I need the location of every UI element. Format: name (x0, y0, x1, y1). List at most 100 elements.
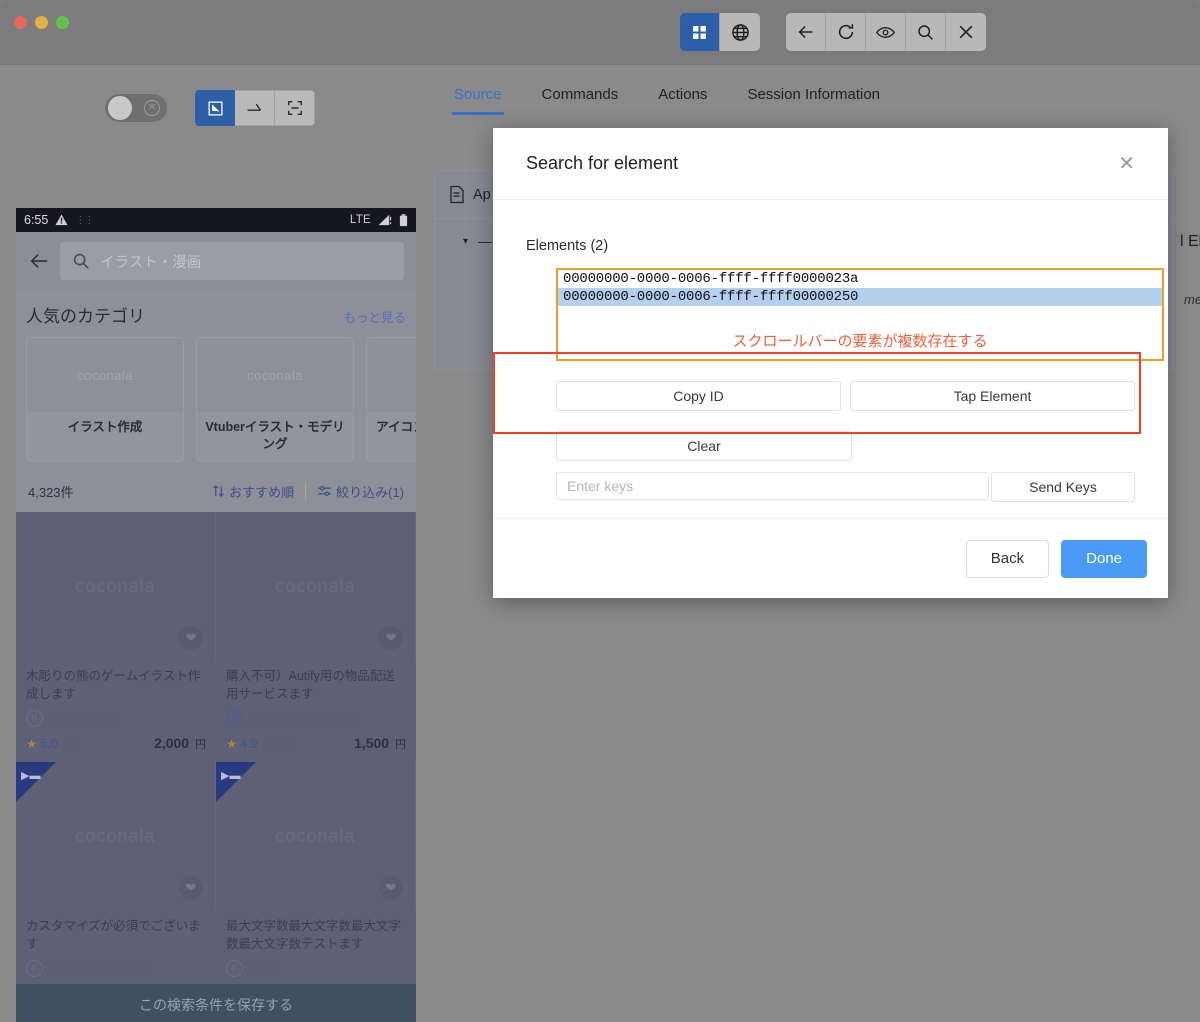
tab-source[interactable]: Source (434, 65, 522, 123)
tab-label: Actions (658, 85, 708, 103)
sort-button[interactable]: おすすめ順 (212, 482, 294, 501)
save-search-button[interactable]: この検索条件を保存する (16, 984, 416, 1022)
product-seller: R Win20240419 (26, 710, 206, 727)
video-badge (16, 762, 56, 802)
search-for-element-dialog: Search for element ✕ Elements (2) 000000… (493, 128, 1168, 598)
source-root-label: Ap (473, 186, 491, 203)
chevron-down-icon[interactable]: ▾ (463, 236, 468, 247)
search-element-button[interactable] (906, 13, 946, 51)
grid-view-button[interactable] (680, 13, 720, 51)
tap-element-button[interactable]: Tap Element (850, 381, 1135, 411)
quit-session-button[interactable] (946, 13, 986, 51)
category-thumbnail: coconala (197, 338, 353, 412)
category-label: イラスト作成 (67, 420, 143, 434)
close-window-button[interactable] (14, 16, 27, 29)
video-camera-icon: ▶▬ (221, 770, 241, 782)
product-info: カスタマイズが必須でございます P akinariito202101131 (16, 910, 216, 987)
product-meta-row: ★ 5.0 (2) 2,000 円 (26, 735, 206, 752)
tab-commands[interactable]: Commands (522, 65, 639, 123)
select-element-mode-button[interactable] (195, 90, 235, 126)
favorite-heart-icon[interactable]: ❤ (379, 626, 403, 650)
device-screen-mirror[interactable]: 6:55 ⋮⋮ LTE イラスト・漫画 人気のカテゴリ もっと見る cocona… (16, 208, 416, 1022)
inspect-button[interactable] (866, 13, 906, 51)
list-item[interactable]: 00000000-0000-0006-ffff-ffff0000023a (558, 270, 1162, 288)
product-rating: ★ 4.9 (144) (226, 736, 290, 752)
product-meta-row: ★ 4.9 (144) 1,500 円 (226, 735, 406, 752)
category-card[interactable]: coconala イラスト作成 (26, 337, 184, 462)
category-thumbnail: coconala (27, 338, 183, 412)
product-card[interactable]: coconala ❤ 購入不可）Autify用の物品配送用サービスます P Au… (216, 512, 416, 762)
arrow-left-icon (30, 254, 48, 268)
currency: 円 (195, 739, 206, 751)
product-seller: P fruitsa (226, 960, 406, 977)
tab-session-information[interactable]: Session Information (727, 65, 900, 123)
send-keys-button[interactable]: Send Keys (990, 472, 1135, 502)
favorite-heart-icon[interactable]: ❤ (179, 626, 203, 650)
swipe-arrow-icon (247, 103, 262, 111)
search-icon (918, 24, 933, 40)
back-button[interactable]: Back (965, 539, 1050, 578)
star-icon: ★ (226, 737, 238, 751)
search-input[interactable]: イラスト・漫画 (60, 242, 404, 280)
category-card[interactable]: coconala アイコン・SNS・ト作成 (366, 337, 416, 462)
result-count: 4,323件 (28, 484, 74, 500)
element-id-list[interactable]: 00000000-0000-0006-ffff-ffff0000023a 000… (558, 270, 1162, 324)
tab-label: Source (454, 85, 502, 103)
signal-bars-icon (378, 214, 392, 226)
product-thumbnail[interactable]: coconala ❤ (216, 512, 416, 660)
watermark: coconala (75, 575, 156, 596)
done-button[interactable]: Done (1061, 539, 1147, 578)
product-card[interactable]: coconala ▶▬ ❤ カスタマイズが必須でございます P akinarii… (16, 762, 216, 987)
maximize-window-button[interactable] (56, 16, 69, 29)
annotation-callout-box: 00000000-0000-0006-ffff-ffff0000023a 000… (556, 268, 1164, 361)
device-pane: ✕ 6:55 ⋮⋮ LTE イラスト・漫画 人気のカテゴリ もっと見る coco… (0, 65, 420, 1022)
minimize-window-button[interactable] (35, 16, 48, 29)
currency: 円 (395, 739, 406, 751)
favorite-heart-icon[interactable]: ❤ (179, 876, 203, 900)
list-item[interactable]: 00000000-0000-0006-ffff-ffff00000250 (558, 288, 1162, 306)
refresh-icon (838, 24, 853, 40)
review-count: (144) (260, 736, 290, 751)
product-thumbnail[interactable]: coconala ▶▬ ❤ (216, 762, 416, 910)
product-thumbnail[interactable]: coconala ▶▬ ❤ (16, 762, 216, 910)
product-title: カスタマイズが必須でございます (26, 919, 201, 951)
see-more-link[interactable]: もっと見る (343, 307, 406, 326)
swipe-mode-button[interactable] (235, 90, 275, 126)
crop-screenshot-mode-button[interactable] (275, 90, 315, 126)
rating-value: 4.9 (240, 736, 258, 751)
close-icon[interactable]: ✕ (1118, 154, 1135, 174)
product-card[interactable]: coconala ▶▬ ❤ 最大文字数最大文字数最大文字数最大文字数テストます … (216, 762, 416, 987)
web-view-button[interactable] (720, 13, 760, 51)
price-value: 2,000 (154, 735, 190, 751)
product-card[interactable]: coconala ❤ 木彫りの熊のゲームイラスト作成します R Win20240… (16, 512, 216, 762)
statusbar-misc-icon: ⋮⋮ (75, 214, 94, 226)
search-query-text: イラスト・漫画 (100, 254, 202, 271)
product-info: 木彫りの熊のゲームイラスト作成します R Win20240419 ★ 5.0 (… (16, 660, 216, 762)
filter-button[interactable]: 絞り込み(1) (317, 482, 404, 501)
element-action-row-1: Copy ID Tap Element (556, 381, 1135, 411)
send-keys-input[interactable] (556, 472, 989, 500)
dialog-title: Search for element (526, 153, 679, 173)
tab-actions[interactable]: Actions (638, 65, 727, 123)
search-icon (73, 253, 89, 269)
x-circle-icon: ✕ (144, 100, 160, 116)
clear-button[interactable]: Clear (556, 431, 852, 461)
toggle-knob (108, 96, 132, 120)
category-thumbnail: coconala (367, 338, 416, 412)
send-keys-row: Send Keys (556, 472, 1135, 502)
elements-count-label: Elements (2) (526, 238, 609, 254)
refresh-button[interactable] (826, 13, 866, 51)
popular-categories-section: 人気のカテゴリ もっと見る coconala イラスト作成 coconala V… (16, 290, 416, 470)
globe-icon (731, 23, 749, 41)
back-button[interactable] (786, 13, 826, 51)
selected-element-heading: l Ele (1180, 233, 1200, 250)
seller-name: akinariito202101131 (49, 962, 148, 975)
product-thumbnail[interactable]: coconala ❤ (16, 512, 216, 660)
app-search-header: イラスト・漫画 (16, 232, 416, 290)
sort-arrows-icon (213, 485, 225, 497)
favorite-heart-icon[interactable]: ❤ (379, 876, 403, 900)
tab-label: Session Information (747, 85, 881, 103)
recording-toggle[interactable]: ✕ (105, 94, 167, 122)
category-card[interactable]: coconala Vtuberイラスト・モデリング (196, 337, 354, 462)
copy-id-button[interactable]: Copy ID (556, 381, 841, 411)
